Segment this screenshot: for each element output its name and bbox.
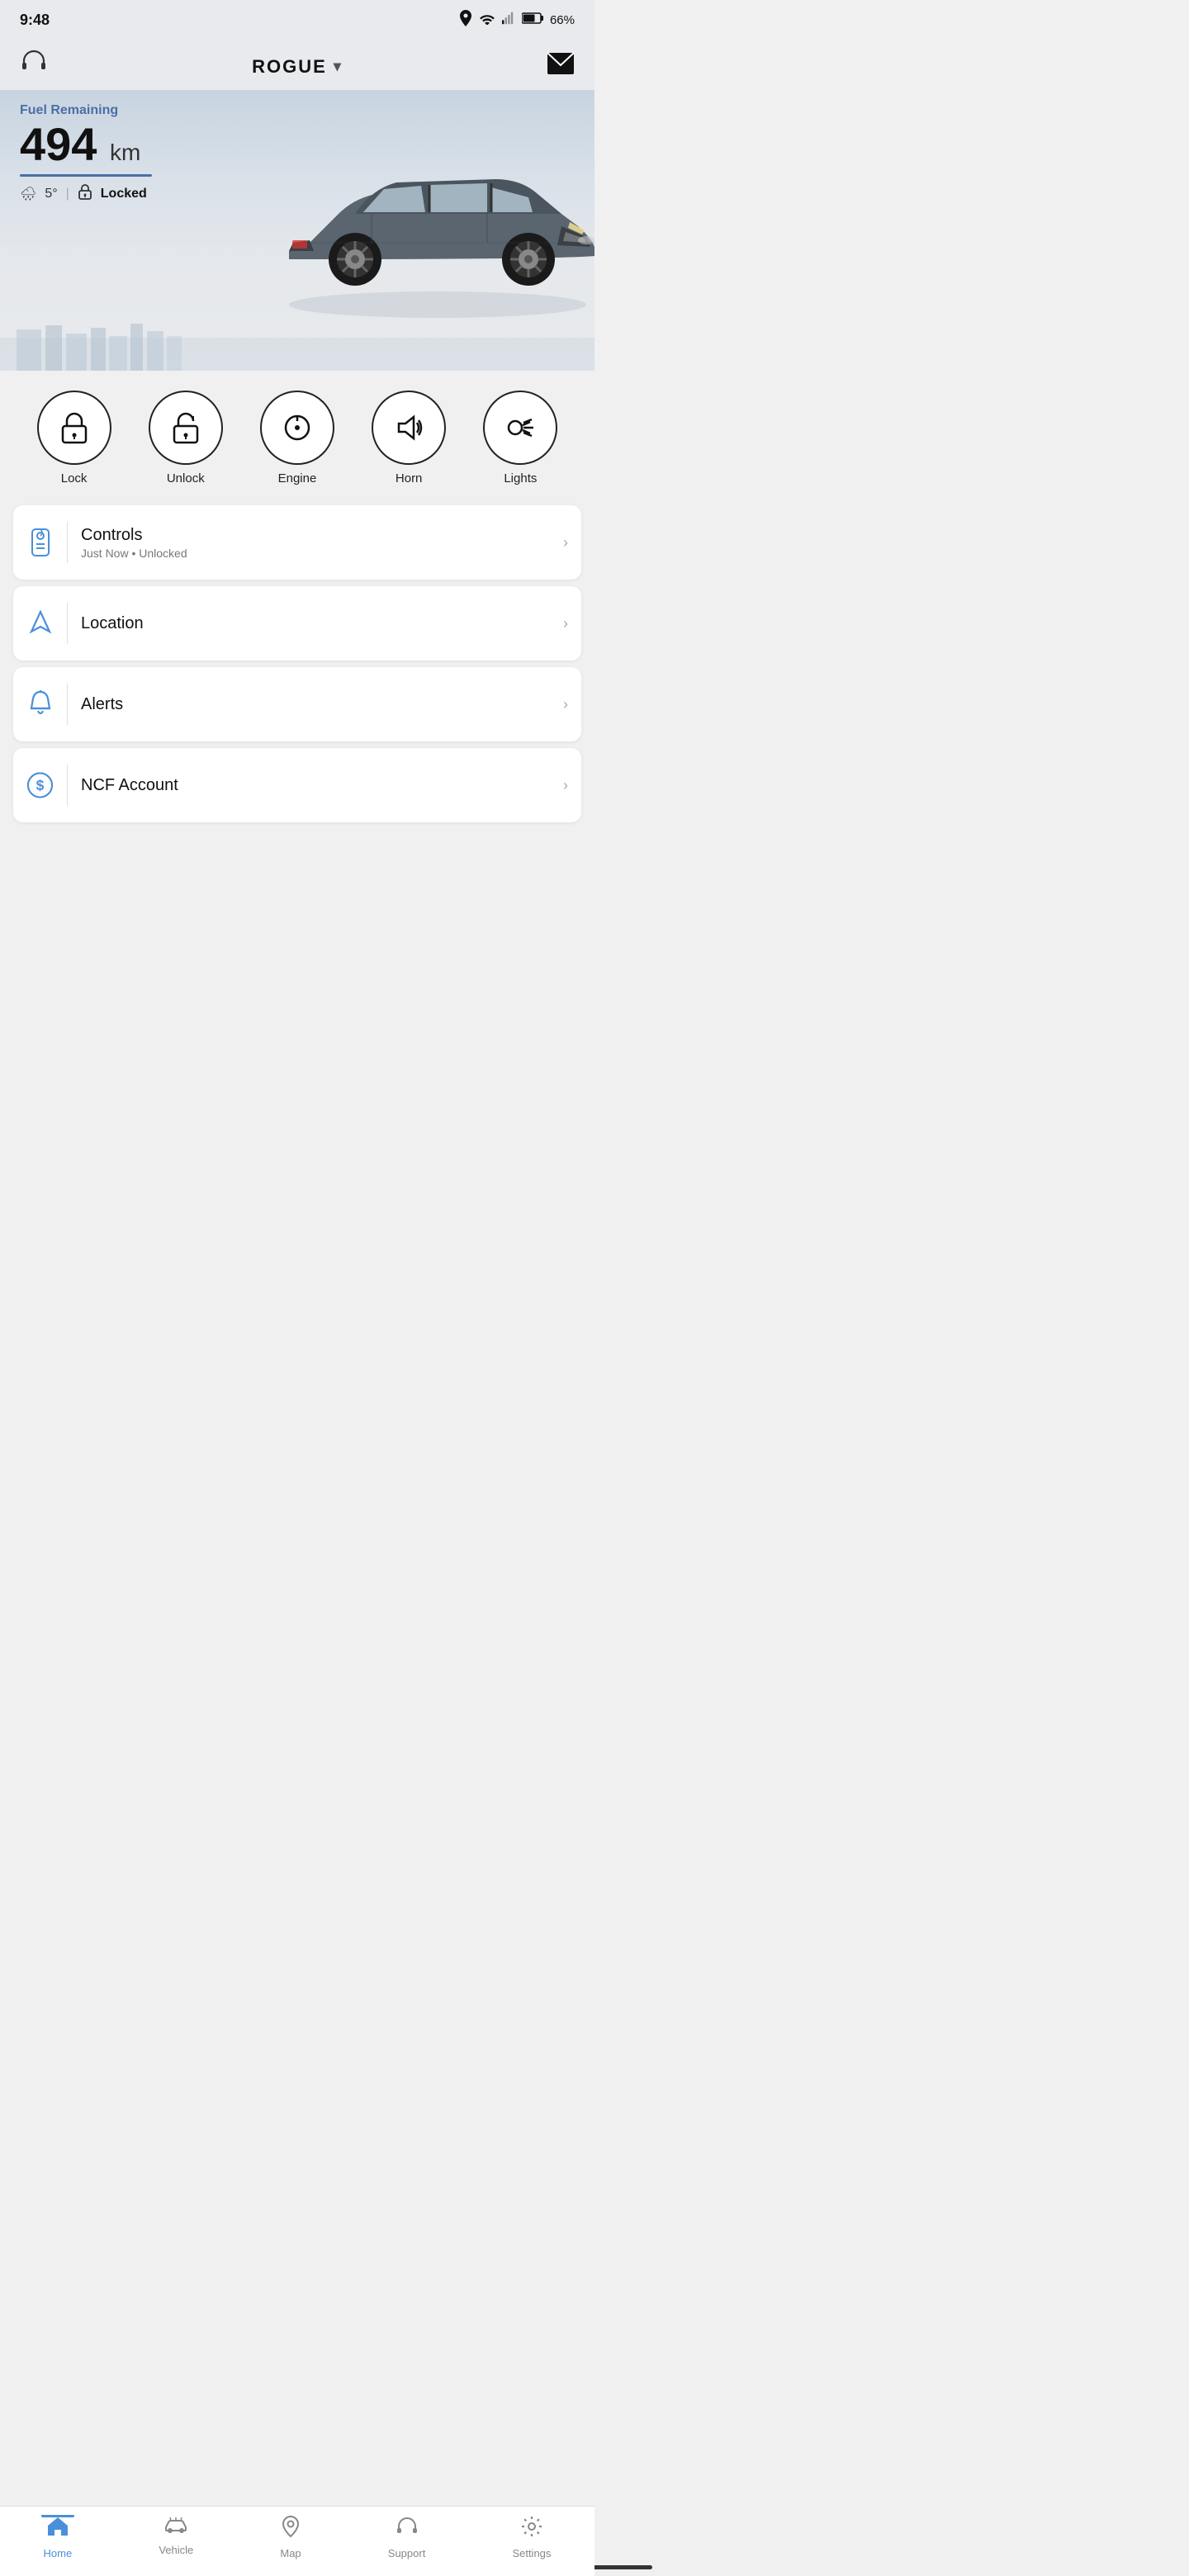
hero-section: Fuel Remaining 494 km 🌧 5° | Locked [0, 90, 594, 371]
horn-label: Horn [396, 471, 423, 485]
alerts-menu-text: Alerts [81, 695, 550, 714]
fuel-unit: km [110, 140, 140, 165]
engine-label: Engine [278, 471, 317, 485]
nav-settings[interactable]: Settings [512, 2515, 551, 2559]
status-icons: 66% [459, 10, 575, 30]
bottom-nav: Home Vehicle Map [0, 2506, 594, 2576]
ncf-chevron: › [563, 777, 568, 794]
lock-status-icon [78, 183, 92, 204]
wifi-icon [479, 12, 495, 28]
ncf-menu-text: NCF Account [81, 776, 550, 795]
ncf-title: NCF Account [81, 776, 550, 795]
lights-circle[interactable] [483, 391, 557, 465]
status-bar: 9:48 66% [0, 0, 594, 36]
car-image [264, 107, 594, 338]
controls-section: Lock Unlock [0, 371, 594, 499]
support-headset-icon[interactable] [20, 50, 48, 83]
unlock-label: Unlock [167, 471, 205, 485]
lights-label: Lights [504, 471, 537, 485]
chevron-down-icon: ▾ [334, 58, 343, 75]
nav-vehicle[interactable]: Vehicle [159, 2515, 193, 2559]
controls-chevron: › [563, 534, 568, 552]
ncf-menu-item[interactable]: $ NCF Account › [13, 748, 581, 822]
settings-icon [520, 2515, 543, 2544]
unlock-circle[interactable] [149, 391, 223, 465]
location-chevron: › [563, 615, 568, 632]
home-icon [46, 2515, 69, 2544]
map-icon [281, 2515, 301, 2544]
alerts-chevron: › [563, 696, 568, 713]
vehicle-name: ROGUE [252, 56, 327, 78]
location-icon-wrap [26, 603, 68, 644]
vehicle-icon [164, 2515, 187, 2540]
horn-control[interactable]: Horn [372, 391, 446, 485]
vehicle-selector[interactable]: ROGUE ▾ [252, 56, 343, 78]
lock-circle[interactable] [37, 391, 111, 465]
location-menu-text: Location [81, 614, 550, 633]
fuel-number: 494 [20, 118, 97, 170]
engine-control[interactable]: Engine [260, 391, 334, 485]
support-icon [396, 2515, 419, 2544]
vehicle-nav-label: Vehicle [159, 2544, 193, 2556]
support-label: Support [388, 2547, 426, 2559]
controls-menu-text: Controls Just Now • Unlocked [81, 526, 550, 560]
home-label: Home [44, 2547, 73, 2559]
status-time: 9:48 [20, 12, 50, 29]
weather-icon: 🌧 [20, 186, 36, 202]
ncf-icon-wrap: $ [26, 765, 68, 806]
home-active-bar [41, 2515, 74, 2517]
unlock-control[interactable]: Unlock [149, 391, 223, 485]
nav-home[interactable]: Home [44, 2515, 73, 2559]
location-status-icon [459, 10, 472, 30]
lock-status-text: Locked [101, 187, 147, 201]
horn-circle[interactable] [372, 391, 446, 465]
battery-icon [522, 12, 543, 27]
engine-circle[interactable] [260, 391, 334, 465]
location-title: Location [81, 614, 550, 633]
nav-support[interactable]: Support [388, 2515, 426, 2559]
battery-percent: 66% [550, 13, 575, 27]
app-header: ROGUE ▾ [0, 36, 594, 90]
lights-control[interactable]: Lights [483, 391, 557, 485]
controls-title: Controls [81, 526, 550, 545]
nav-map[interactable]: Map [280, 2515, 301, 2559]
controls-subtitle: Just Now • Unlocked [81, 547, 550, 560]
signal-icon [502, 11, 515, 29]
lock-control[interactable]: Lock [37, 391, 111, 485]
lock-label: Lock [61, 471, 88, 485]
city-skyline [0, 321, 594, 371]
controls-menu-item[interactable]: Controls Just Now • Unlocked › [13, 505, 581, 580]
alerts-title: Alerts [81, 695, 550, 714]
mail-button[interactable] [547, 52, 575, 81]
alerts-menu-item[interactable]: Alerts › [13, 667, 581, 741]
fuel-bar [20, 174, 152, 177]
map-label: Map [280, 2547, 301, 2559]
settings-label: Settings [512, 2547, 551, 2559]
controls-icon-wrap [26, 522, 68, 563]
location-menu-item[interactable]: Location › [13, 586, 581, 661]
controls-grid: Lock Unlock [13, 391, 581, 485]
alerts-icon-wrap [26, 684, 68, 725]
svg-text:$: $ [36, 777, 45, 793]
temperature: 5° [45, 187, 57, 201]
menu-section: Controls Just Now • Unlocked › Location … [0, 499, 594, 888]
